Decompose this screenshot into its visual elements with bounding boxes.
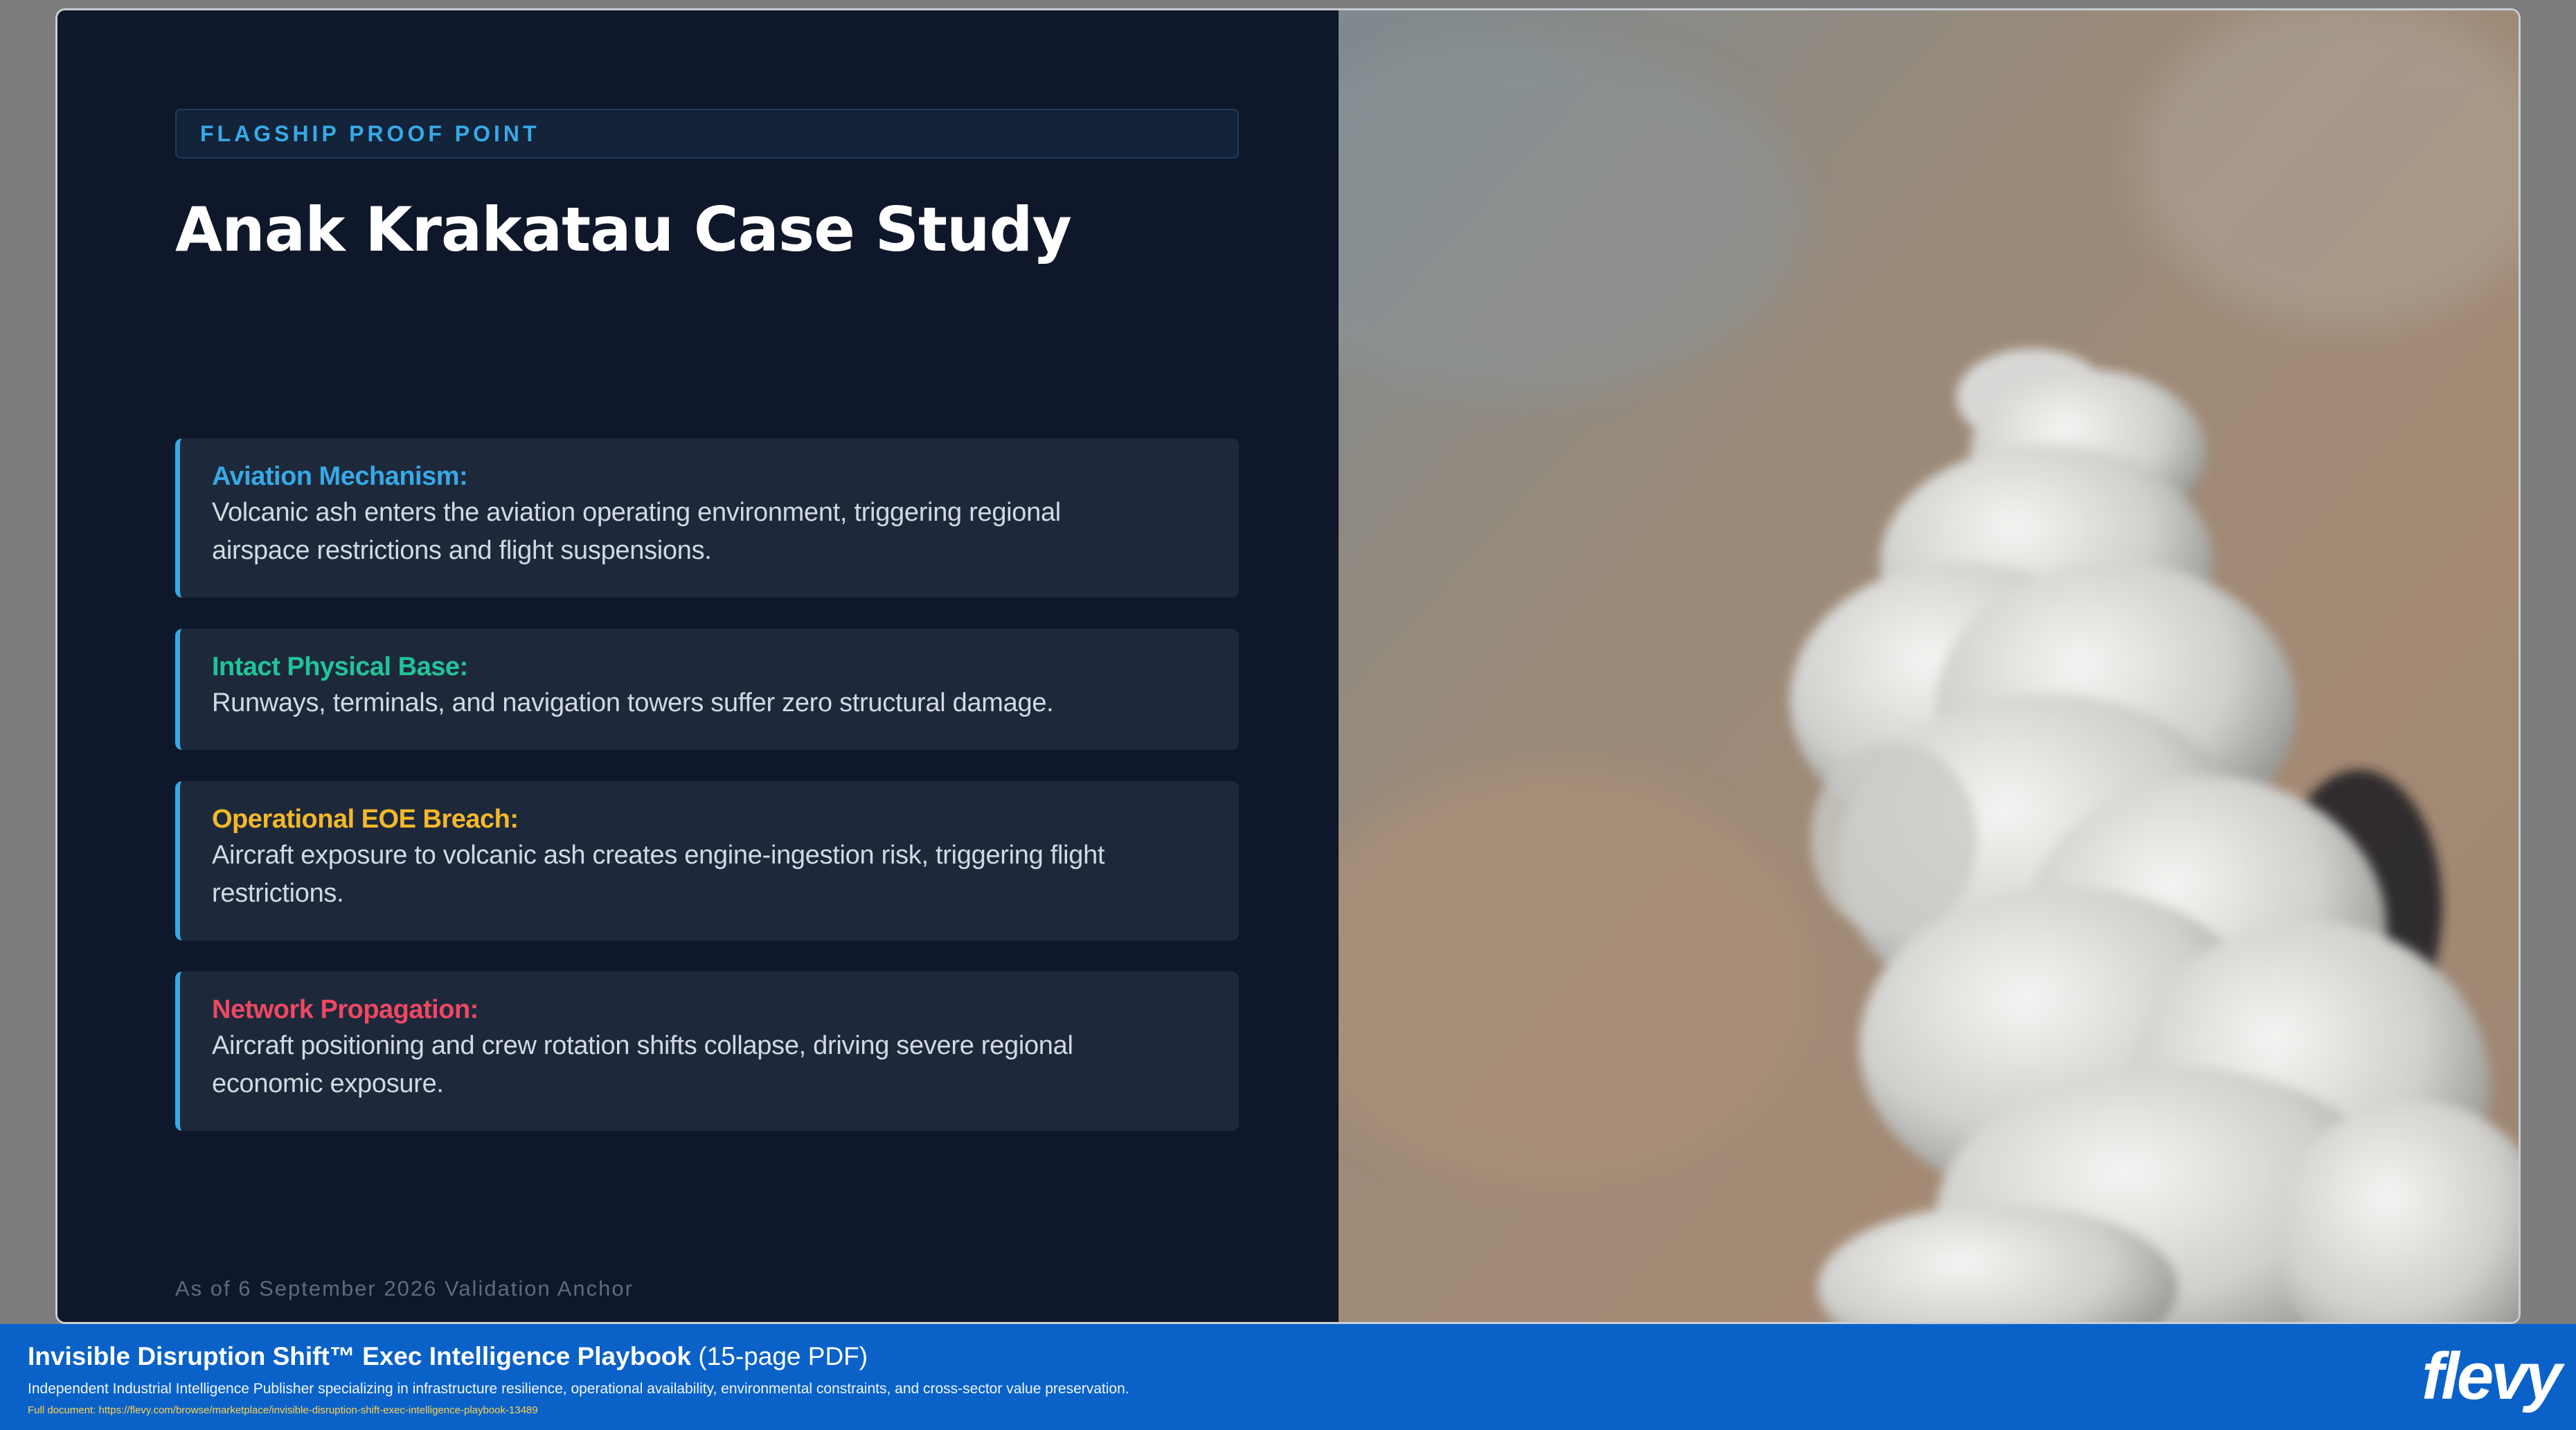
flevy-logo[interactable]: flevy (2422, 1342, 2562, 1411)
card-intact-physical-base: Intact Physical Base: Runways, terminals… (175, 629, 1239, 750)
volcanic-ash-plume-image (1339, 10, 2519, 1322)
full-document-link[interactable]: Full document: https://flevy.com/browse/… (28, 1404, 538, 1418)
card-network-propagation: Network Propagation: Aircraft positionin… (175, 972, 1239, 1131)
eyebrow-tag: FLAGSHIP PROOF POINT (175, 109, 1239, 159)
validation-footnote: As of 6 September 2026 Validation Anchor (175, 1276, 634, 1301)
card-operational-eoe-breach: Operational EOE Breach: Aircraft exposur… (175, 781, 1239, 940)
card-body-line: Runways, terminals, and navigation tower… (212, 688, 1054, 717)
card-aviation-mechanism: Aviation Mechanism: Volcanic ash enters … (175, 438, 1239, 598)
banner-subtitle: Independent Industrial Intelligence Publ… (28, 1381, 1129, 1397)
card-body-line: Aircraft positioning and crew rotation s… (212, 1031, 1073, 1060)
slide: FLAGSHIP PROOF POINT Anak Krakatau Case … (55, 8, 2521, 1324)
card-body-line: Aircraft exposure to volcanic ash create… (212, 841, 1105, 870)
card-label: Aviation Mechanism: (212, 462, 468, 491)
card-body-line: economic exposure. (212, 1069, 444, 1098)
card-body-line: airspace restrictions and flight suspens… (212, 536, 712, 565)
slide-text-panel: FLAGSHIP PROOF POINT Anak Krakatau Case … (57, 10, 1339, 1322)
slide-title: Anak Krakatau Case Study (175, 194, 1072, 265)
card-label: Intact Physical Base: (212, 652, 468, 681)
card-body-line: Volcanic ash enters the aviation operati… (212, 498, 1061, 527)
banner-title: Invisible Disruption Shift™ Exec Intelli… (28, 1341, 868, 1373)
card-label: Network Propagation: (212, 995, 478, 1024)
banner-title-suffix: (15-page PDF) (691, 1342, 868, 1370)
card-label: Operational EOE Breach: (212, 805, 519, 834)
card-body-line: restrictions. (212, 879, 344, 908)
banner-title-main: Invisible Disruption Shift™ Exec Intelli… (28, 1342, 692, 1370)
document-banner: Invisible Disruption Shift™ Exec Intelli… (0, 1324, 2576, 1430)
